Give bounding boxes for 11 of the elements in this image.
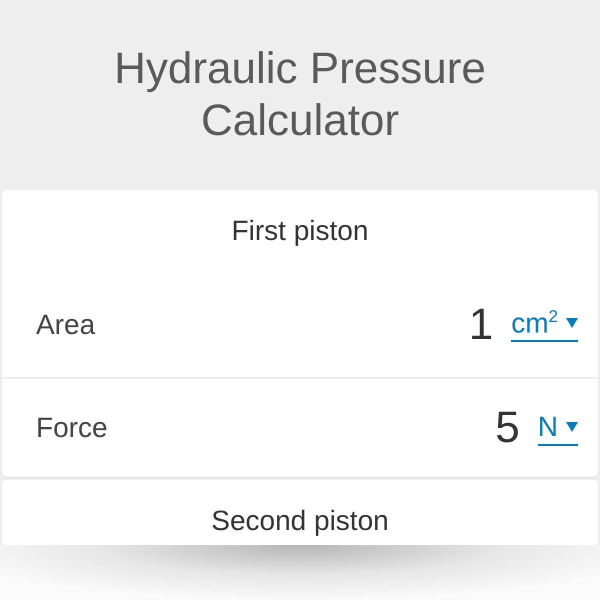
caret-icon [566,422,578,432]
section-heading: First piston [230,214,370,248]
value-field[interactable]: 5 [495,406,520,450]
unit-dropdown[interactable]: cm$^{2}$ [511,306,578,342]
unit-dropdown[interactable]: N [538,410,578,446]
calculator-title: Hydraulic Pressure Calculator [113,43,487,147]
value-field[interactable]: 1 [468,302,494,346]
caret-icon [566,318,578,328]
field-label: Area [36,308,96,340]
field-label: Force [36,412,109,444]
section-heading: Second piston [210,504,390,538]
